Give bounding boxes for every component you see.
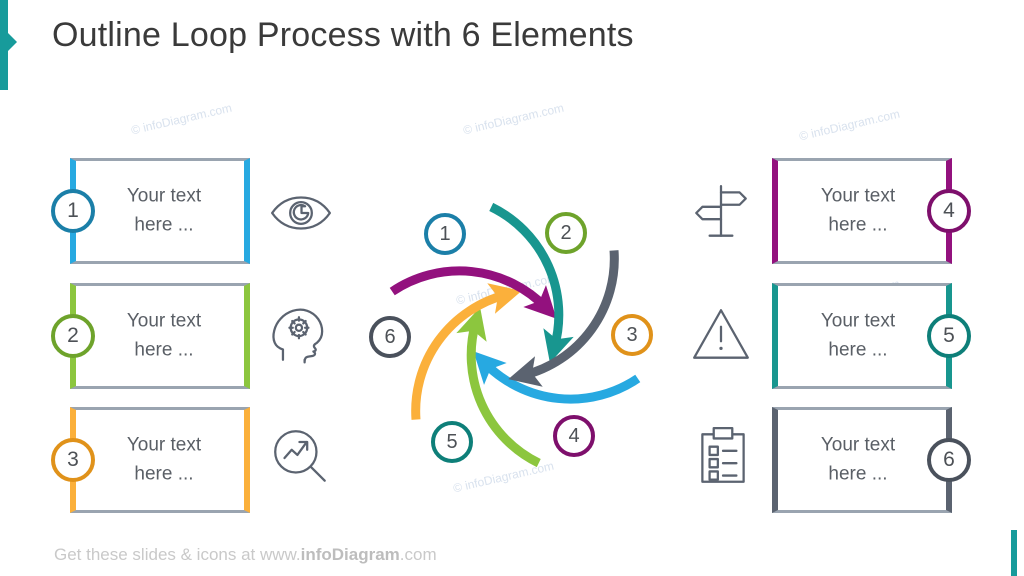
number-badge-6: 6: [927, 438, 971, 482]
warning-icon: [688, 302, 754, 368]
loop-arrow-3: [411, 283, 522, 420]
number-badge-1: 1: [51, 189, 95, 233]
signpost-icon: [688, 180, 754, 246]
loop-number-4: 4: [553, 415, 595, 457]
loop-number-1: 1: [424, 213, 466, 255]
text-box-1-label: Your text here ...: [126, 185, 202, 236]
loop-number-6: 6: [369, 316, 411, 358]
text-box-4[interactable]: Your text here ... 4: [772, 158, 971, 264]
number-badge-2: 2: [51, 314, 95, 358]
loop-number-2: 2: [545, 212, 587, 254]
number-badge-4: 4: [927, 189, 971, 233]
loop-arrow-6: [508, 250, 619, 387]
footer-brand: infoDiagram: [300, 545, 400, 564]
accent-bar-left: [0, 0, 8, 90]
text-box-5[interactable]: Your text here ... 5: [772, 283, 971, 389]
page-title: Outline Loop Process with 6 Elements: [52, 16, 634, 54]
footer-suffix: .com: [399, 545, 437, 564]
watermark: © infoDiagram.com: [129, 100, 234, 138]
text-box-6-label: Your text here ...: [820, 434, 896, 485]
footer-prefix: Get these slides & icons at www.: [54, 545, 301, 564]
text-box-2-label: Your text here ...: [126, 310, 202, 361]
text-box-3-label: Your text here ...: [126, 434, 202, 485]
footer-credit: Get these slides & icons at www.infoDiag…: [54, 545, 437, 565]
slide-canvas: Outline Loop Process with 6 Elements © i…: [0, 0, 1024, 576]
text-box-4-label: Your text here ...: [820, 185, 896, 236]
accent-arrow-tip: [8, 33, 17, 51]
text-box-1[interactable]: Your text here ... 1: [51, 158, 250, 264]
accent-bar-right: [1011, 530, 1017, 576]
head-gear-icon: [268, 302, 334, 368]
text-box-2[interactable]: Your text here ... 2: [51, 283, 250, 389]
watermark: © infoDiagram.com: [797, 106, 902, 144]
loop-number-5: 5: [431, 421, 473, 463]
number-badge-5: 5: [927, 314, 971, 358]
number-badge-3: 3: [51, 438, 95, 482]
text-box-3[interactable]: Your text here ... 3: [51, 407, 250, 513]
loop-number-3: 3: [611, 314, 653, 356]
growth-search-icon: [268, 424, 334, 490]
loop-diagram: 1 2 3 4 5 6: [355, 175, 675, 495]
text-box-6[interactable]: Your text here ... 6: [772, 407, 971, 513]
clipboard-icon: [690, 424, 756, 490]
watermark: © infoDiagram.com: [461, 100, 566, 138]
text-box-5-label: Your text here ...: [820, 310, 896, 361]
eye-icon: [268, 180, 334, 246]
